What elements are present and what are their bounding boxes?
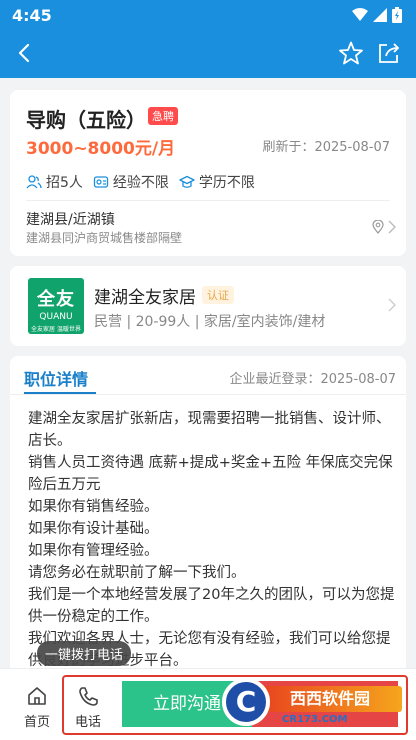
home-icon [28, 687, 46, 705]
job-description: 建湖全友家居扩张新店，现需要招聘一批销售、设计师、店长。 销售人员工资待遇 底薪… [28, 408, 398, 672]
description-line: 如果你有管理经验。 [28, 543, 159, 559]
description-line: 销售人员工资待遇 底薪+提成+奖金+五险 年保底交完保险后五万元 [28, 455, 393, 493]
divider [10, 394, 406, 395]
top-app-bar: 4:45 [0, 0, 416, 78]
back-arrow-icon[interactable] [12, 40, 38, 66]
job-title: 导购（五险） [26, 108, 146, 132]
requirement-education: 学历不限 [179, 172, 255, 192]
people-icon [26, 175, 42, 189]
job-requirements: 招5人 经验不限 学历不限 [26, 172, 265, 192]
company-card[interactable]: 全友 QUANU 全友家居 温暖世界 建湖全友家居 认证 民营 | 20-99人… [10, 266, 406, 346]
status-bar: 4:45 [0, 0, 416, 30]
divider [26, 200, 390, 201]
job-location-address[interactable]: 建湖县同沪商贸城售楼部隔壁 [26, 229, 182, 246]
watermark-brand-text: 西西软件园 [290, 689, 371, 708]
share-icon[interactable] [376, 40, 402, 66]
salary: 3000~8000元/月 [26, 139, 176, 159]
description-line: 建湖全友家居扩张新店，现需要招聘一批销售、设计师、店长。 [28, 411, 391, 449]
phone-label: 电话 [74, 715, 101, 730]
watermark-url: CR173.COM [282, 714, 348, 725]
requirement-experience: 经验不限 [93, 172, 169, 192]
requirement-headcount: 招5人 [26, 172, 83, 192]
app-bar [0, 32, 416, 76]
map-pin-icon[interactable] [372, 220, 384, 234]
job-detail-card: 职位详情 企业最近登录：2025-08-07 建湖全友家居扩张新店，现需要招聘一… [10, 356, 406, 676]
chevron-right-icon[interactable] [388, 220, 396, 234]
experience-icon [93, 176, 109, 188]
status-icons [352, 7, 402, 23]
logo-text: 全友 [37, 289, 75, 310]
certified-badge: 认证 [202, 286, 234, 304]
logo-subtext: QUANU [39, 312, 73, 322]
signal-icon [373, 8, 387, 22]
requirement-label: 学历不限 [198, 175, 255, 191]
requirement-label: 经验不限 [112, 175, 169, 191]
phone-icon [79, 687, 98, 706]
company-logo: 全友 QUANU 全友家居 温暖世界 [28, 278, 84, 334]
company-last-login: 企业最近登录：2025-08-07 [229, 372, 396, 387]
battery-icon [392, 7, 402, 23]
graduation-cap-icon [179, 175, 195, 188]
company-meta: 民营 | 20-99人 | 家居/室内装饰/建材 [94, 314, 326, 330]
wifi-icon [352, 8, 368, 21]
urgent-badge: 急聘 [148, 107, 178, 125]
job-summary-card: 导购（五险） 急聘 3000~8000元/月 刷新于：2025-08-07 招5… [10, 90, 406, 256]
description-line: 我们是一个本地经营发展了20年之久的团队，可以为您提供一份稳定的工作。 [28, 587, 395, 625]
call-tooltip: 一键拨打电话 [37, 641, 132, 666]
home-button[interactable]: 首页 [18, 685, 56, 730]
home-label: 首页 [23, 715, 50, 730]
tab-job-details[interactable]: 职位详情 [24, 366, 88, 390]
company-name[interactable]: 建湖全友家居 [94, 283, 196, 308]
job-location-area[interactable]: 建湖县/近湖镇 [26, 209, 115, 229]
favorite-star-icon[interactable] [338, 40, 364, 66]
chevron-right-icon[interactable] [388, 298, 396, 312]
refresh-date: 刷新于：2025-08-07 [262, 140, 390, 155]
watermark-logo: C [222, 678, 270, 726]
description-line: 如果你有设计基础。 [28, 521, 159, 537]
requirement-label: 招5人 [46, 175, 83, 191]
description-line: 如果你有销售经验。 [28, 499, 159, 515]
status-time: 4:45 [12, 6, 52, 25]
description-line: 请您务必在就职前了解一下我们。 [28, 565, 246, 581]
logo-tagline: 全友家居 温暖世界 [31, 326, 81, 333]
watermark: 西西软件园 C CR173.COM [222, 674, 408, 730]
phone-button[interactable]: 电话 [70, 685, 106, 730]
watermark-brand: 西西软件园 [260, 686, 402, 712]
